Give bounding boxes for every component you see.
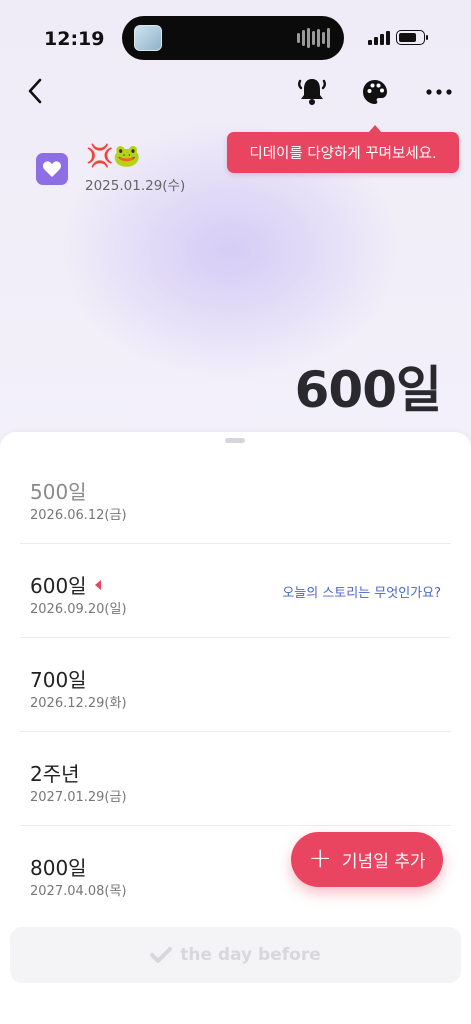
milestone-row[interactable]: 700일 2026.12.29(화) (20, 638, 451, 732)
the-day-before-label: the day before (180, 945, 321, 965)
milestone-title: 600일 (30, 570, 101, 599)
start-date: 2025.01.29(수) (85, 178, 186, 194)
plus-icon: + (308, 841, 332, 874)
add-anniversary-label: 기념일 추가 (341, 852, 426, 872)
milestone-row[interactable]: 500일 2026.06.12(금) (20, 450, 451, 544)
tooltip-text: 디데이를 다양하게 꾸며보세요. (249, 146, 437, 162)
title-emojis: 💢🐸 (86, 144, 141, 169)
audio-waveform-icon (297, 28, 330, 48)
add-anniversary-button[interactable]: + 기념일 추가 (291, 832, 443, 887)
status-time: 12:19 (44, 28, 105, 50)
alarm-bell-icon[interactable] (296, 76, 328, 106)
battery-icon (396, 30, 428, 45)
sheet-handle[interactable] (225, 438, 245, 443)
dynamic-island[interactable] (122, 16, 344, 60)
now-playing-artwork (134, 25, 162, 51)
cellular-signal-icon (368, 31, 390, 45)
milestone-title: 2주년 (30, 762, 80, 786)
heart-icon (36, 153, 68, 185)
palette-icon[interactable] (360, 77, 390, 107)
milestone-date: 2027.01.29(금) (30, 790, 127, 805)
milestone-date: 2026.06.12(금) (30, 508, 127, 523)
milestone-date: 2026.09.20(일) (30, 602, 127, 617)
milestone-title: 700일 (30, 668, 87, 692)
milestone-row[interactable]: 2주년 2027.01.29(금) (20, 732, 451, 826)
current-marker-icon (94, 580, 101, 590)
story-link[interactable]: 오늘의 스토리는 무엇인가요? (282, 582, 441, 601)
milestone-date: 2027.04.08(목) (30, 884, 127, 899)
milestone-title: 500일 (30, 480, 87, 504)
back-arrow-icon[interactable] (22, 76, 52, 106)
more-dots-icon[interactable] (424, 82, 454, 102)
the-day-before-button[interactable]: the day before (10, 927, 461, 983)
milestone-row-current[interactable]: 600일 2026.09.20(일) 오늘의 스토리는 무엇인가요? (20, 544, 451, 638)
decorate-tooltip[interactable]: 디데이를 다양하게 꾸며보세요. (227, 125, 459, 173)
milestone-date: 2026.12.29(화) (30, 696, 127, 711)
day-count: 600일 (294, 361, 442, 419)
check-icon (150, 947, 173, 963)
milestone-title: 800일 (30, 856, 87, 880)
